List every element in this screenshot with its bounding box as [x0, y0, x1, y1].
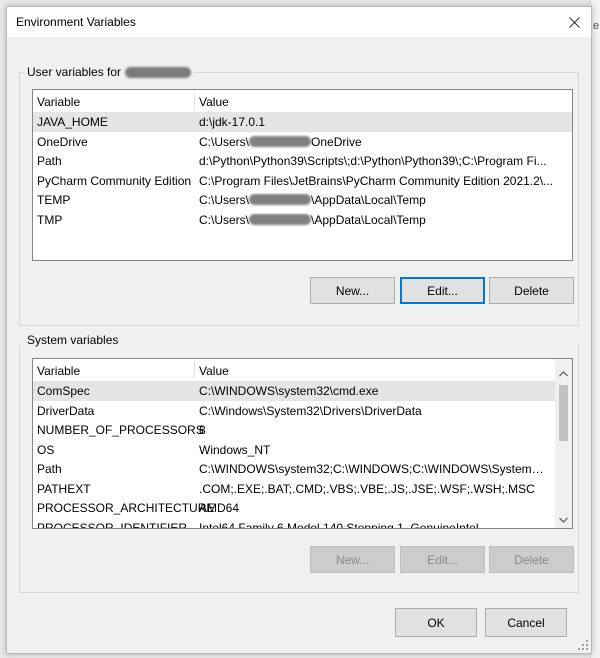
- user-variables-label-text: User variables for: [27, 65, 122, 79]
- variable-value-text: C:\Users\: [199, 193, 250, 207]
- list-header: Variable Value: [33, 90, 572, 112]
- table-row[interactable]: PyCharm Community Edition C:\Program Fil…: [33, 171, 572, 191]
- system-delete-button[interactable]: Delete: [489, 546, 574, 573]
- variable-value: C:\Users\ \AppData\Local\Temp: [199, 213, 567, 227]
- variable-name: NUMBER_OF_PROCESSORS: [37, 423, 204, 437]
- variable-value-text: C:\Users\: [199, 134, 250, 149]
- variable-value-text: d:\jdk-17.0.1: [199, 115, 266, 129]
- variable-value-suffix: OneDrive: [311, 134, 362, 149]
- table-row[interactable]: Path d:\Python\Python39\Scripts\;d:\Pyth…: [33, 151, 572, 171]
- scrollbar-thumb[interactable]: [559, 385, 568, 441]
- system-variables-label: System variables: [24, 333, 122, 347]
- redacted-text: [249, 213, 312, 225]
- variable-name: PATHEXT: [37, 481, 91, 496]
- environment-variables-dialog: Environment Variables User variables for…: [6, 6, 592, 654]
- user-edit-button[interactable]: Edit...: [400, 277, 485, 304]
- variable-value: C:\WINDOWS\system32;C:\WINDOWS;C:\WINDOW…: [199, 462, 549, 476]
- variable-name: ComSpec: [37, 384, 90, 398]
- variable-value: C:\Windows\System32\Drivers\DriverData: [199, 403, 422, 418]
- table-row[interactable]: OneDrive C:\Users\ OneDrive: [33, 132, 572, 152]
- table-row[interactable]: NUMBER_OF_PROCESSORS 8: [33, 420, 572, 440]
- system-variables-list[interactable]: Variable Value ComSpec C:\WINDOWS\system…: [32, 358, 573, 529]
- table-row[interactable]: ComSpec C:\WINDOWS\system32\cmd.exe: [33, 381, 572, 401]
- dialog-title: Environment Variables: [16, 15, 136, 29]
- resize-grip-icon[interactable]: [577, 639, 589, 651]
- variable-value: 8: [199, 423, 206, 437]
- redacted-text: [249, 194, 312, 205]
- table-row[interactable]: PROCESSOR_IDENTIFIER Intel64 Family 6 Mo…: [33, 518, 572, 529]
- variable-value-suffix: \AppData\Local\Temp: [311, 193, 426, 207]
- scroll-down-button[interactable]: [555, 511, 572, 528]
- variable-name: Path: [37, 154, 62, 168]
- variable-value: Intel64 Family 6 Model 140 Stepping 1, G…: [199, 520, 479, 529]
- variable-name: PROCESSOR_ARCHITECTURE: [37, 501, 215, 515]
- chevron-down-icon: [559, 517, 568, 523]
- table-row[interactable]: TMP C:\Users\ \AppData\Local\Temp: [33, 210, 572, 230]
- variable-name: JAVA_HOME: [37, 115, 108, 129]
- table-row[interactable]: JAVA_HOME d:\jdk-17.0.1: [33, 112, 572, 132]
- close-button[interactable]: [557, 7, 591, 37]
- user-new-button[interactable]: New...: [310, 277, 395, 304]
- column-header-variable[interactable]: Variable: [37, 95, 80, 109]
- variable-value: C:\Users\ OneDrive: [199, 135, 567, 149]
- variable-value: C:\Program Files\JetBrains\PyCharm Commu…: [199, 174, 567, 188]
- chevron-up-icon: [559, 370, 568, 376]
- variable-value: d:\jdk-17.0.1: [199, 115, 567, 129]
- system-new-button[interactable]: New...: [310, 546, 395, 573]
- user-variables-label: User variables for: [24, 65, 195, 79]
- title-bar[interactable]: Environment Variables: [7, 7, 591, 37]
- column-divider[interactable]: [194, 361, 195, 378]
- variable-name: TMP: [37, 212, 63, 227]
- scroll-up-button[interactable]: [555, 365, 572, 382]
- variable-name: OS: [37, 442, 55, 457]
- variable-value: Windows_NT: [199, 442, 271, 457]
- variable-name: DriverData: [37, 403, 95, 418]
- table-row[interactable]: PATHEXT .COM;.EXE;.BAT;.CMD;.VBS;.VBE;.J…: [33, 479, 572, 499]
- table-row[interactable]: PROCESSOR_ARCHITECTURE AMD64: [33, 498, 572, 518]
- variable-value: d:\Python\Python39\Scripts\;d:\Python\Py…: [199, 154, 567, 168]
- table-row[interactable]: Path C:\WINDOWS\system32;C:\WINDOWS;C:\W…: [33, 459, 572, 479]
- table-row[interactable]: OS Windows_NT: [33, 440, 572, 460]
- column-divider[interactable]: [194, 92, 195, 109]
- column-header-value[interactable]: Value: [199, 364, 549, 378]
- column-header-value[interactable]: Value: [199, 95, 567, 109]
- background-window-text: e: [593, 20, 600, 32]
- close-icon: [568, 16, 580, 28]
- variable-value-text: d:\Python\Python39\Scripts\;d:\Python\Py…: [199, 154, 547, 168]
- variable-name: PyCharm Community Edition: [37, 173, 192, 188]
- variable-name: PROCESSOR_IDENTIFIER: [37, 520, 188, 529]
- vertical-scrollbar[interactable]: [555, 359, 572, 528]
- variable-name: OneDrive: [37, 134, 88, 149]
- variable-name: Path: [37, 462, 62, 476]
- variable-name: TEMP: [37, 193, 71, 207]
- list-header: Variable Value: [33, 359, 572, 381]
- variable-value: AMD64: [199, 501, 240, 515]
- variable-value-text: C:\Users\: [199, 212, 250, 227]
- variable-value-text: C:\Program Files\JetBrains\PyCharm Commu…: [199, 173, 554, 188]
- variable-value: C:\WINDOWS\system32\cmd.exe: [199, 384, 379, 398]
- variable-value: C:\Users\ \AppData\Local\Temp: [199, 193, 567, 207]
- table-row[interactable]: TEMP C:\Users\ \AppData\Local\Temp: [33, 190, 572, 210]
- table-row[interactable]: DriverData C:\Windows\System32\Drivers\D…: [33, 401, 572, 421]
- system-edit-button[interactable]: Edit...: [400, 546, 485, 573]
- ok-button[interactable]: OK: [395, 608, 477, 637]
- variable-value-suffix: \AppData\Local\Temp: [311, 212, 426, 227]
- redacted-username: [125, 66, 192, 78]
- column-header-variable[interactable]: Variable: [37, 364, 80, 378]
- variable-value: .COM;.EXE;.BAT;.CMD;.VBS;.VBE;.JS;.JSE;.…: [199, 481, 535, 496]
- user-delete-button[interactable]: Delete: [489, 277, 574, 304]
- redacted-text: [249, 135, 312, 147]
- cancel-button[interactable]: Cancel: [485, 608, 567, 637]
- user-variables-list[interactable]: Variable Value JAVA_HOME d:\jdk-17.0.1 O…: [32, 89, 573, 261]
